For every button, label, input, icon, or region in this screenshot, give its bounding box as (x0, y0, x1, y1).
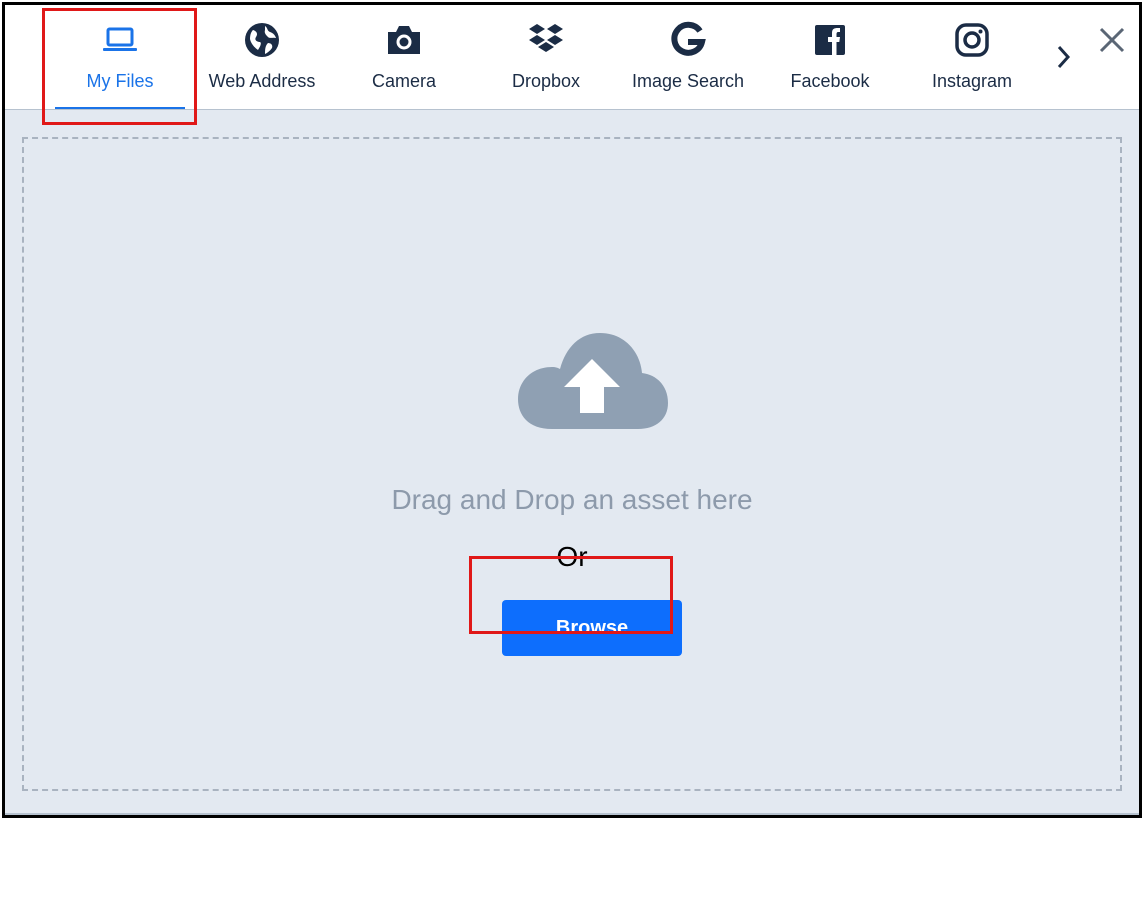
tab-label: Image Search (631, 71, 745, 91)
drop-zone[interactable]: Drag and Drop an asset here Or Browse (22, 137, 1122, 791)
or-separator-text: Or (556, 541, 588, 572)
browse-button[interactable]: Browse (502, 600, 682, 656)
tab-label: Web Address (208, 71, 316, 91)
bottom-divider (5, 813, 1139, 815)
tab-camera[interactable]: Camera (333, 5, 475, 109)
tab-my-files[interactable]: My Files (49, 5, 191, 109)
drag-drop-text: Drag and Drop an asset here (391, 484, 753, 515)
source-tab-bar: My Files Web Address Camera Dropbox Imag… (5, 5, 1139, 110)
cloud-upload-icon (514, 329, 670, 439)
tab-image-search[interactable]: Image Search (617, 5, 759, 109)
facebook-icon (811, 21, 849, 59)
tab-separator (609, 107, 627, 109)
tab-label: Instagram (931, 71, 1013, 91)
tab-label: My Files (86, 71, 154, 91)
google-icon (669, 21, 707, 59)
upload-area: Drag and Drop an asset here Or Browse (5, 110, 1139, 815)
globe-icon (243, 21, 281, 59)
instagram-icon (953, 21, 991, 59)
tab-label: Camera (371, 71, 437, 91)
tab-separator (325, 107, 343, 109)
camera-icon (385, 21, 423, 59)
tab-separator (893, 107, 911, 109)
close-icon (1097, 27, 1127, 59)
tab-web-address[interactable]: Web Address (191, 5, 333, 109)
tab-label: Facebook (790, 71, 870, 91)
next-tabs-button[interactable] (1051, 41, 1075, 73)
tab-label: Dropbox (511, 71, 581, 91)
laptop-icon (101, 21, 139, 59)
tab-dropbox[interactable]: Dropbox (475, 5, 617, 109)
chevron-right-icon (1051, 45, 1075, 77)
tab-separator (751, 107, 769, 109)
dropbox-icon (527, 21, 565, 59)
file-picker-dialog: My Files Web Address Camera Dropbox Imag… (2, 2, 1142, 818)
tab-instagram[interactable]: Instagram (901, 5, 1043, 109)
close-button[interactable] (1097, 25, 1127, 55)
tab-facebook[interactable]: Facebook (759, 5, 901, 109)
active-tab-indicator (55, 107, 185, 109)
tab-separator (467, 107, 485, 109)
tab-separator (183, 107, 201, 109)
tab-separator (1035, 107, 1139, 109)
